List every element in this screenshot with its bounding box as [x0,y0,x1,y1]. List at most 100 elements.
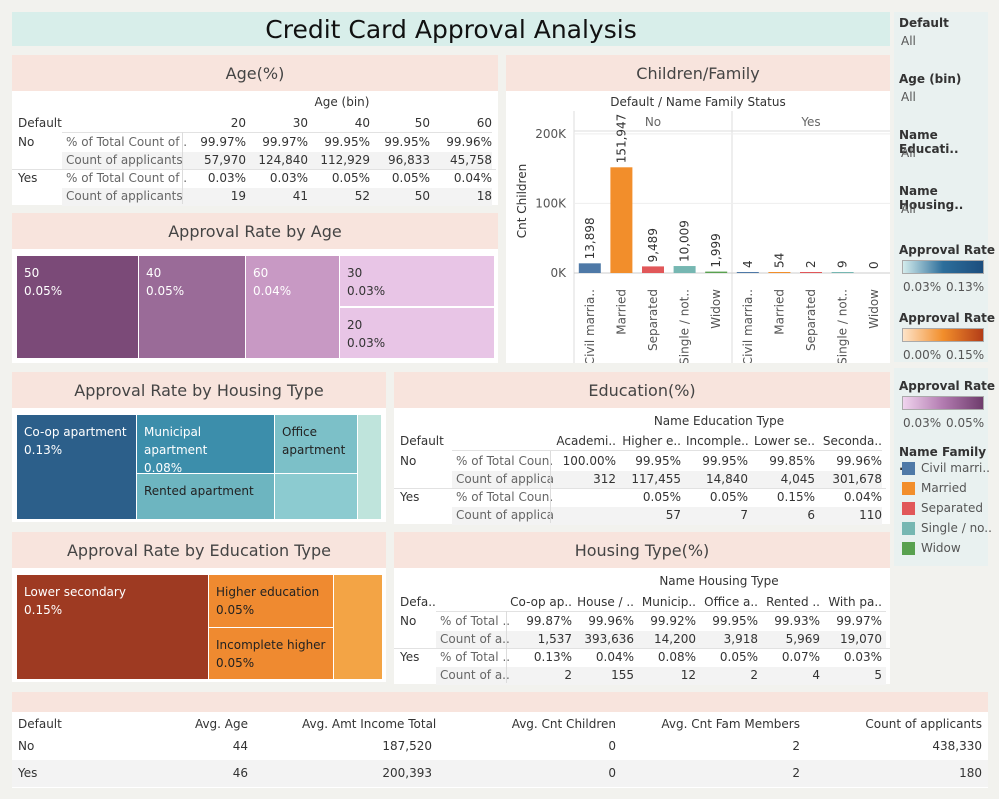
table-cell: 99.96% [588,614,634,628]
treemap-tile[interactable]: 60 0.04% [246,256,339,358]
summary-column-header: Default [18,717,62,731]
table-cell: 5,969 [785,632,820,646]
education-treemap-panel: Approval Rate by Education Type Lower se… [12,532,386,682]
column-group-label: Name Education Type [653,414,785,428]
bar-value-label: 10,009 [678,220,692,262]
column-header: Academi.. [556,434,616,448]
legend-min-rate2: 0.00% [903,348,942,362]
row-group-label: Yes [400,650,420,664]
treemap-tile[interactable]: Lower secondary 0.15% [17,575,208,679]
treemap-tile[interactable]: Incomplete higher 0.05% [209,628,333,679]
treemap-tile[interactable]: 20 0.03% [340,308,494,358]
tile-label: 40 [146,266,162,280]
legend-gradient-rate1 [902,260,984,274]
summary-column-header: Avg. Amt Income Total [302,717,437,731]
column-header: With pa.. [828,595,882,609]
table-cell: 0.03% [207,171,246,185]
filter-label: Default [899,16,949,30]
treemap-tile[interactable]: 50 0.05% [17,256,138,358]
filter-value[interactable]: All [901,202,916,216]
row-metric-label: Count of applica.. [456,472,554,486]
table-cell: 4,045 [780,472,815,486]
table-cell: 0.03% [269,171,308,185]
row-header-label: Default [400,434,444,448]
tile-value: 0.05% [24,284,63,298]
table-cell: 0.04% [843,490,882,504]
tile-label: 60 [253,266,269,280]
treemap-tile[interactable] [275,474,357,519]
column-header: 30 [292,116,308,130]
summary-column-header: Count of applicants [865,717,982,731]
group-header: Yes [800,115,820,129]
x-tick-label: Widow [867,289,881,329]
legend-swatch [902,482,915,495]
table-cell: 3,918 [723,632,758,646]
table-cell: 41 [292,189,308,203]
table-cell: 99.92% [650,614,696,628]
row-group-label: No [18,135,35,149]
row-header-label: Default [18,116,62,130]
treemap-tile[interactable]: Office apartment [275,415,357,473]
filter-value[interactable]: All [901,34,916,48]
legend-swatch [902,542,915,555]
bar-yes-2 [800,272,822,273]
table-cell: 0.04% [595,650,634,664]
table-cell: 301,678 [832,472,882,486]
table-cell: 312 [593,472,616,486]
treemap-tile[interactable] [358,415,381,519]
row-metric-label: % of Total .. [440,650,510,664]
treemap-tile[interactable]: Co-op apartment 0.13% [17,415,136,519]
table-cell: 1,537 [537,632,572,646]
treemap-tile[interactable]: 40 0.05% [139,256,245,358]
legend-max-rate1: 0.13% [946,280,985,294]
table-cell: 100.00% [562,454,616,468]
x-tick-label: Widow [709,289,723,329]
bar-no-0 [578,263,601,273]
housing-table-panel: Housing Type(%) Name Housing Type Defa.. C… [394,532,890,685]
children-chart-panel: Children/Family Default / Name Family St… [506,55,890,363]
table-cell: 99.95% [712,614,758,628]
filter-value[interactable]: All [901,146,916,160]
table-cell: 2 [564,668,572,682]
treemap-tile[interactable]: Higher education 0.05% [209,575,333,627]
tile-label: 20 [347,318,363,332]
chart-subtitle: Default / Name Family Status [610,95,785,109]
column-divider [506,611,507,683]
tile-label: Higher education [216,585,320,599]
legend-title-rate3: Approval Rate [899,379,996,393]
legend-title-rate1: Approval Rate [899,243,996,257]
bar-value-label: 1,999 [709,233,723,267]
table-cell: 14,840 [706,472,748,486]
tile-value: 0.05% [216,656,255,670]
row-metric-label: % of Total Count of .. [66,135,186,149]
treemap-tile[interactable]: Municipal apartment 0.08% [137,415,274,475]
treemap-tile[interactable] [334,575,382,679]
row-metric-label: Count of applicants [66,189,183,203]
column-divider [182,132,183,204]
table-cell: 6 [807,508,815,522]
table-cell: 57,970 [204,153,246,167]
row-group-label: Yes [400,490,420,504]
summary-table-panel: Default Avg. Age Avg. Amt Income Total Avg.… [12,692,988,788]
bar-no-3 [673,266,696,273]
age-treemap-header: Approval Rate by Age [12,213,498,249]
row-metric-label: % of Total Coun.. [456,454,554,468]
table-cell: 112,929 [320,153,370,167]
table-cell: 99.85% [769,454,815,468]
x-tick-label: Civil marria.. [741,289,755,363]
table-cell: 99.97% [262,135,308,149]
table-cell: 0.05% [719,650,758,664]
table-cell: 0.08% [657,650,696,664]
age-table-panel: Age(%) Age (bin) Default 20 30 40 50 60 No % of … [12,55,498,206]
tile-label: Co-op apartment [24,425,127,439]
row-group-label: No [400,614,417,628]
bar-value-label: 2 [804,260,818,268]
summary-cell: Yes [18,766,38,780]
bar-value-label: 9,489 [646,228,660,262]
table-cell: 96,833 [388,153,430,167]
treemap-tile[interactable]: 30 0.03% [340,256,494,306]
table-cell: 50 [414,189,430,203]
bar-value-label: 4 [741,260,755,268]
filter-value[interactable]: All [901,90,916,104]
treemap-tile[interactable]: Rented apartment [137,474,274,519]
